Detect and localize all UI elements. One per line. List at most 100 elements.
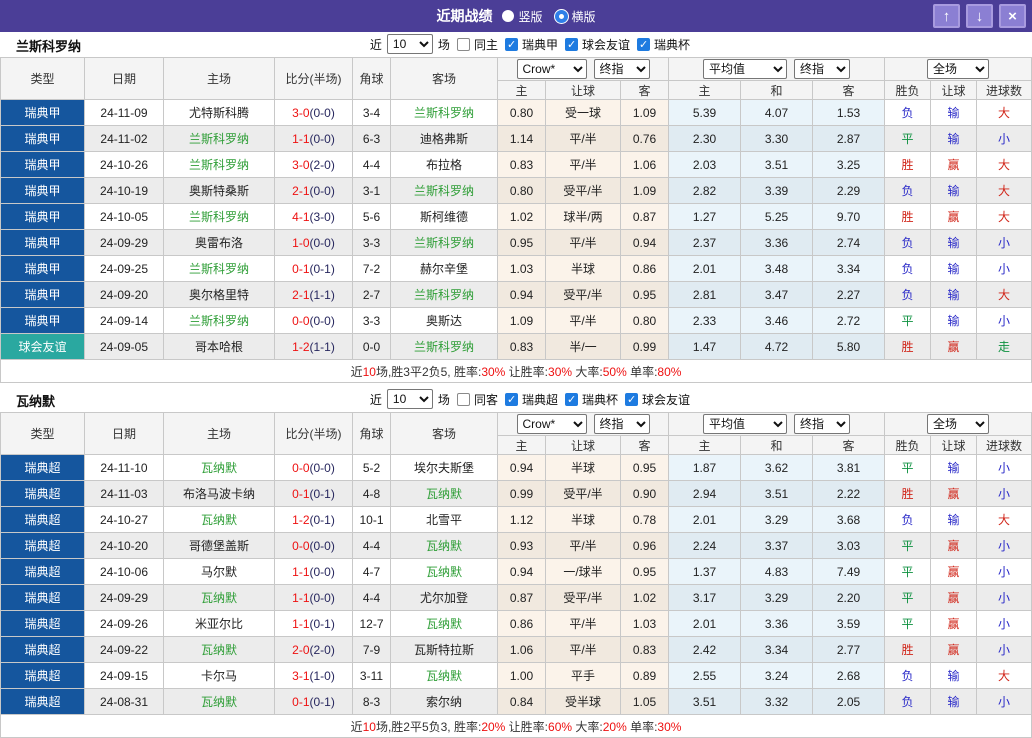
score-cell: 0-1(0-1) (275, 481, 353, 507)
scope-select[interactable]: 全场 (927, 59, 989, 79)
avg-home-cell: 2.03 (669, 152, 741, 178)
result-handicap-cell: 输 (931, 689, 977, 715)
filter-checkbox-3[interactable] (625, 393, 638, 406)
result-wdl-cell: 平 (885, 455, 931, 481)
odds-stage-select[interactable]: 终指 (594, 414, 650, 434)
filter-checkbox-label: 球会友谊 (582, 36, 630, 53)
odds-stage-select[interactable]: 终指 (594, 59, 650, 79)
close-button[interactable]: × (999, 4, 1026, 28)
handicap-line-cell: 半/一 (546, 334, 621, 360)
match-row: 瑞典超24-09-15卡尔马3-1(1-0)3-11瓦纳默1.00平手0.892… (1, 663, 1032, 689)
result-wdl-cell: 负 (885, 256, 931, 282)
away-team-cell: 尤尔加登 (391, 585, 498, 611)
move-down-button[interactable]: ↓ (966, 4, 993, 28)
move-up-button[interactable]: ↑ (933, 4, 960, 28)
odds-home-cell: 0.94 (498, 455, 546, 481)
handicap-line-cell: 平手 (546, 663, 621, 689)
date-cell: 24-09-26 (85, 611, 164, 637)
avg-home-cell: 3.51 (669, 689, 741, 715)
title-group: 近期战绩 竖版横版 (436, 6, 595, 26)
avg-source-select[interactable]: 平均值 (703, 59, 787, 79)
home-team-cell: 米亚尔比 (164, 611, 275, 637)
col-header-2: 主场 (164, 413, 275, 455)
date-cell: 24-10-20 (85, 533, 164, 559)
filter-checkbox-2[interactable] (565, 38, 578, 51)
games-count-select[interactable]: 10 (387, 34, 433, 54)
filter-checkbox-1[interactable] (505, 38, 518, 51)
col-header-3: 比分(半场) (275, 413, 353, 455)
score-cell: 0-0(0-0) (275, 308, 353, 334)
avg-home-cell: 2.24 (669, 533, 741, 559)
handicap-line-cell: 平/半 (546, 230, 621, 256)
avg-home-cell: 2.42 (669, 637, 741, 663)
home-team-cell: 马尔默 (164, 559, 275, 585)
home-team-cell: 兰斯科罗纳 (164, 152, 275, 178)
avg-draw-cell: 3.32 (741, 689, 813, 715)
avg-stage-select[interactable]: 终指 (794, 59, 850, 79)
radio-label: 横版 (572, 8, 596, 25)
odds-source-select[interactable]: Crow* (517, 414, 587, 434)
league-cell: 瑞典甲 (1, 230, 85, 256)
summary-text: 80% (657, 365, 681, 379)
result-goals-cell: 大 (977, 204, 1032, 230)
scope-select-wrap: 全场 (885, 414, 1031, 434)
league-cell: 瑞典超 (1, 455, 85, 481)
filter-checkbox-0[interactable] (457, 393, 470, 406)
date-cell: 24-09-05 (85, 334, 164, 360)
date-cell: 24-10-19 (85, 178, 164, 204)
layout-radio-vertical[interactable]: 竖版 (502, 8, 542, 25)
home-team-cell: 兰斯科罗纳 (164, 256, 275, 282)
corner-cell: 3-3 (353, 230, 391, 256)
fulltime-score: 0-0 (292, 539, 309, 553)
odds-home-cell: 0.99 (498, 481, 546, 507)
fulltime-score: 0-1 (292, 695, 309, 709)
summary-text: 近 (351, 720, 363, 734)
avg-source-select[interactable]: 平均值 (703, 414, 787, 434)
result-wdl-cell: 平 (885, 559, 931, 585)
odds-away-cell: 0.95 (621, 455, 669, 481)
odds-home-cell: 1.02 (498, 204, 546, 230)
halftime-score: (0-1) (310, 487, 335, 501)
fulltime-score: 3-1 (292, 669, 309, 683)
sub-col-header-8: 进球数 (977, 436, 1032, 455)
result-wdl-cell: 胜 (885, 204, 931, 230)
score-cell: 0-1(0-1) (275, 256, 353, 282)
near-label: 近 (370, 36, 382, 53)
result-wdl-cell: 平 (885, 308, 931, 334)
sub-col-header-5: 客 (813, 81, 885, 100)
avg-draw-cell: 3.34 (741, 637, 813, 663)
filter-checkbox-2[interactable] (565, 393, 578, 406)
corner-cell: 7-2 (353, 256, 391, 282)
avg-selects: 平均值终指 (669, 59, 884, 79)
scope-group-header: 全场 (885, 413, 1032, 436)
corner-cell: 3-1 (353, 178, 391, 204)
away-team-cell: 布拉格 (391, 152, 498, 178)
games-count-select[interactable]: 10 (387, 389, 433, 409)
filter-checkbox-1[interactable] (505, 393, 518, 406)
match-row: 瑞典超24-09-29瓦纳默1-1(0-0)4-4尤尔加登0.87受平/半1.0… (1, 585, 1032, 611)
odds-away-cell: 0.87 (621, 204, 669, 230)
avg-stage-select[interactable]: 终指 (794, 414, 850, 434)
odds-source-select[interactable]: Crow* (517, 59, 587, 79)
filter-checkbox-0[interactable] (457, 38, 470, 51)
avg-away-cell: 2.27 (813, 282, 885, 308)
score-cell: 0-0(0-0) (275, 455, 353, 481)
handicap-line-cell: 平/半 (546, 152, 621, 178)
league-cell: 瑞典超 (1, 507, 85, 533)
avg-away-cell: 2.20 (813, 585, 885, 611)
home-team-cell: 兰斯科罗纳 (164, 126, 275, 152)
home-team-cell: 瓦纳默 (164, 585, 275, 611)
filter-checkbox-3[interactable] (637, 38, 650, 51)
result-goals-cell: 小 (977, 637, 1032, 663)
layout-radio-horizontal[interactable]: 横版 (555, 8, 596, 25)
result-goals-cell: 小 (977, 256, 1032, 282)
score-cell: 2-1(1-1) (275, 282, 353, 308)
league-cell: 瑞典甲 (1, 152, 85, 178)
odds-group-header: Crow* 终指 (498, 413, 669, 436)
handicap-line-cell: 半球 (546, 455, 621, 481)
summary-text: 让胜率: (505, 365, 548, 379)
summary-text: 30% (481, 365, 505, 379)
scope-select[interactable]: 全场 (927, 414, 989, 434)
score-cell: 0-1(0-1) (275, 689, 353, 715)
summary-text: 单率: (627, 720, 658, 734)
